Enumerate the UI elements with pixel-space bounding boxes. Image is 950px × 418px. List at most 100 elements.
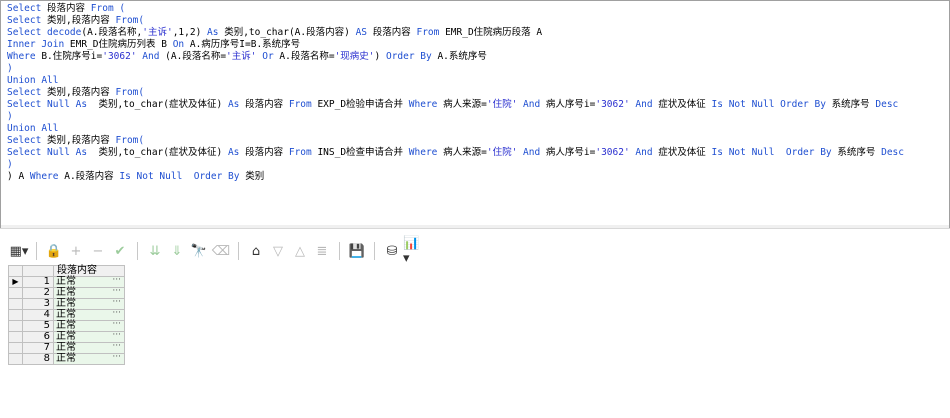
add-icon[interactable]: + xyxy=(65,240,87,262)
cell-ellipsis-button[interactable]: ··· xyxy=(112,286,121,296)
code-line[interactable]: Union All xyxy=(7,75,904,87)
code-line[interactable]: Select 类别,段落内容 From( xyxy=(7,135,904,147)
code-token: 段落内容 xyxy=(47,3,91,14)
cell-ellipsis-button[interactable]: ··· xyxy=(112,330,121,340)
table-row[interactable]: 5 正常 ··· xyxy=(8,319,125,332)
cell-ellipsis-button[interactable]: ··· xyxy=(112,275,121,285)
row-indicator xyxy=(8,287,23,299)
code-token: (A.段落名称, xyxy=(81,27,143,38)
report-icon[interactable]: 📊▾ xyxy=(403,236,425,266)
code-token: ) xyxy=(7,63,13,74)
code-token: Select xyxy=(7,87,48,98)
cell-value: 正常 xyxy=(56,298,76,309)
filter-up-icon[interactable]: △ xyxy=(289,240,311,262)
row-number[interactable]: 2 xyxy=(22,287,54,299)
sort-down-icon[interactable]: ⇊ xyxy=(144,240,166,262)
code-line[interactable]: Select Null As 类别,to_char(症状及体征) As 段落内容… xyxy=(7,147,904,159)
table-row[interactable]: 4 正常 ··· xyxy=(8,308,125,321)
sql-editor[interactable]: Select 段落内容 From (Select 类别,段落内容 From(Se… xyxy=(0,0,950,229)
code-token: Select Null As xyxy=(7,147,99,158)
table-row[interactable]: 2 正常 ··· xyxy=(8,286,125,299)
code-token: 类别,段落内容 xyxy=(47,15,116,26)
code-token: From xyxy=(288,99,318,110)
table-row[interactable]: 3 正常 ··· xyxy=(8,297,125,310)
cell-ellipsis-button[interactable]: ··· xyxy=(112,319,121,329)
cell-value: 正常 xyxy=(56,342,76,353)
code-line[interactable]: Select 类别,段落内容 From( xyxy=(7,87,904,99)
code-token: As xyxy=(227,99,246,110)
code-line[interactable]: Select 类别,段落内容 From( xyxy=(7,15,904,27)
cell-value: 正常 xyxy=(56,353,76,364)
sql-code[interactable]: Select 段落内容 From (Select 类别,段落内容 From(Se… xyxy=(7,3,904,183)
chart-icon[interactable]: ≣ xyxy=(311,240,333,262)
row-number[interactable]: 3 xyxy=(22,298,54,310)
export-icon[interactable]: ⛁ xyxy=(381,240,403,262)
table-row[interactable]: ▶ 1 正常 ··· xyxy=(8,275,125,288)
code-token: And xyxy=(517,99,546,110)
code-line[interactable]: Select 段落内容 From ( xyxy=(7,3,904,15)
table-row[interactable]: 6 正常 ··· xyxy=(8,330,125,343)
results-panel: ▦▾ 🔒 + − ✔ ⇊ ⇓ 🔭 ⌫ ⌂ ▽ △ ≣ 💾 ⛁ 📊▾ 段落内容 ▶… xyxy=(0,228,950,418)
code-line[interactable]: Select decode(A.段落名称,'主诉',1,2) As 类别,to_… xyxy=(7,27,904,39)
row-indicator xyxy=(8,353,23,365)
code-token: Union All xyxy=(7,75,59,86)
table-row[interactable]: 8 正常 ··· xyxy=(8,352,125,365)
code-token: Desc xyxy=(875,99,899,110)
code-token: Select xyxy=(7,15,48,26)
code-token: And xyxy=(629,147,659,158)
row-number[interactable]: 8 xyxy=(22,353,54,365)
code-line[interactable]: ) xyxy=(7,159,904,171)
find-icon[interactable]: 🔭 xyxy=(188,240,210,262)
table-row[interactable]: 7 正常 ··· xyxy=(8,341,125,354)
cell-ellipsis-button[interactable]: ··· xyxy=(112,352,121,362)
code-token: B.住院序号i= xyxy=(41,51,103,62)
row-number[interactable]: 4 xyxy=(22,309,54,321)
code-line[interactable]: ) A Where A.段落内容 Is Not Null Order By 类别 xyxy=(7,171,904,183)
toolbar-separator xyxy=(36,242,37,260)
code-token: 类别,段落内容 xyxy=(47,135,116,146)
code-token: From( xyxy=(115,135,145,146)
table-cell[interactable]: 正常 ··· xyxy=(53,352,125,365)
code-token: And xyxy=(629,99,659,110)
results-table[interactable]: 段落内容 ▶ 1 正常 ··· 2 正常 ··· 3 正常 ··· 4 正常 ··· 5 正常 ··· 6 正常 ·… xyxy=(8,265,125,365)
filter-down-icon[interactable]: ▽ xyxy=(267,240,289,262)
row-number[interactable]: 1 xyxy=(22,276,54,288)
sort-down-all-icon[interactable]: ⇓ xyxy=(166,240,188,262)
row-number[interactable]: 6 xyxy=(22,331,54,343)
row-number[interactable]: 7 xyxy=(22,342,54,354)
toolbar-separator xyxy=(137,242,138,260)
cell-ellipsis-button[interactable]: ··· xyxy=(112,308,121,318)
cell-value: 正常 xyxy=(56,309,76,320)
code-token: Is Not Null Order By xyxy=(711,147,838,158)
code-line[interactable]: Inner Join EMR_D住院病历列表 B On A.病历序号I=B.系统… xyxy=(7,39,904,51)
row-number[interactable]: 5 xyxy=(22,320,54,332)
code-token: 段落内容 xyxy=(245,99,289,110)
code-line[interactable]: ) xyxy=(7,63,904,75)
code-token: A.系统序号 xyxy=(437,51,487,62)
code-token: A.病历序号I=B.系统序号 xyxy=(189,39,301,50)
code-line[interactable]: Where B.住院序号i='3062' And (A.段落名称='主诉' Or… xyxy=(7,51,904,63)
code-line[interactable]: Select Null As 类别,to_char(症状及体征) As 段落内容… xyxy=(7,99,904,111)
remove-icon[interactable]: − xyxy=(87,240,109,262)
cell-ellipsis-button[interactable]: ··· xyxy=(112,297,121,307)
grid-menu-icon[interactable]: ▦▾ xyxy=(8,240,30,262)
code-token: 段落内容 xyxy=(245,147,289,158)
code-token: From xyxy=(416,27,446,38)
code-line[interactable]: ) xyxy=(7,111,904,123)
cell-ellipsis-button[interactable]: ··· xyxy=(112,341,121,351)
code-line[interactable]: Union All xyxy=(7,123,904,135)
code-token: A.段落内容 xyxy=(64,171,120,182)
code-token: Or xyxy=(256,51,280,62)
code-token: '住院' xyxy=(486,99,518,110)
lock-icon[interactable]: 🔒 xyxy=(43,240,65,262)
code-token: '3062' xyxy=(595,147,630,158)
code-token: From( xyxy=(115,15,145,26)
row-indicator: ▶ xyxy=(8,276,23,288)
code-token: '住院' xyxy=(486,147,518,158)
check-icon[interactable]: ✔ xyxy=(109,240,131,262)
save-icon[interactable]: 💾 xyxy=(346,240,368,262)
query-icon[interactable]: ⌂ xyxy=(245,240,267,262)
clear-icon[interactable]: ⌫ xyxy=(210,240,232,262)
code-token: Select xyxy=(7,3,48,14)
header-rownum xyxy=(22,265,54,277)
